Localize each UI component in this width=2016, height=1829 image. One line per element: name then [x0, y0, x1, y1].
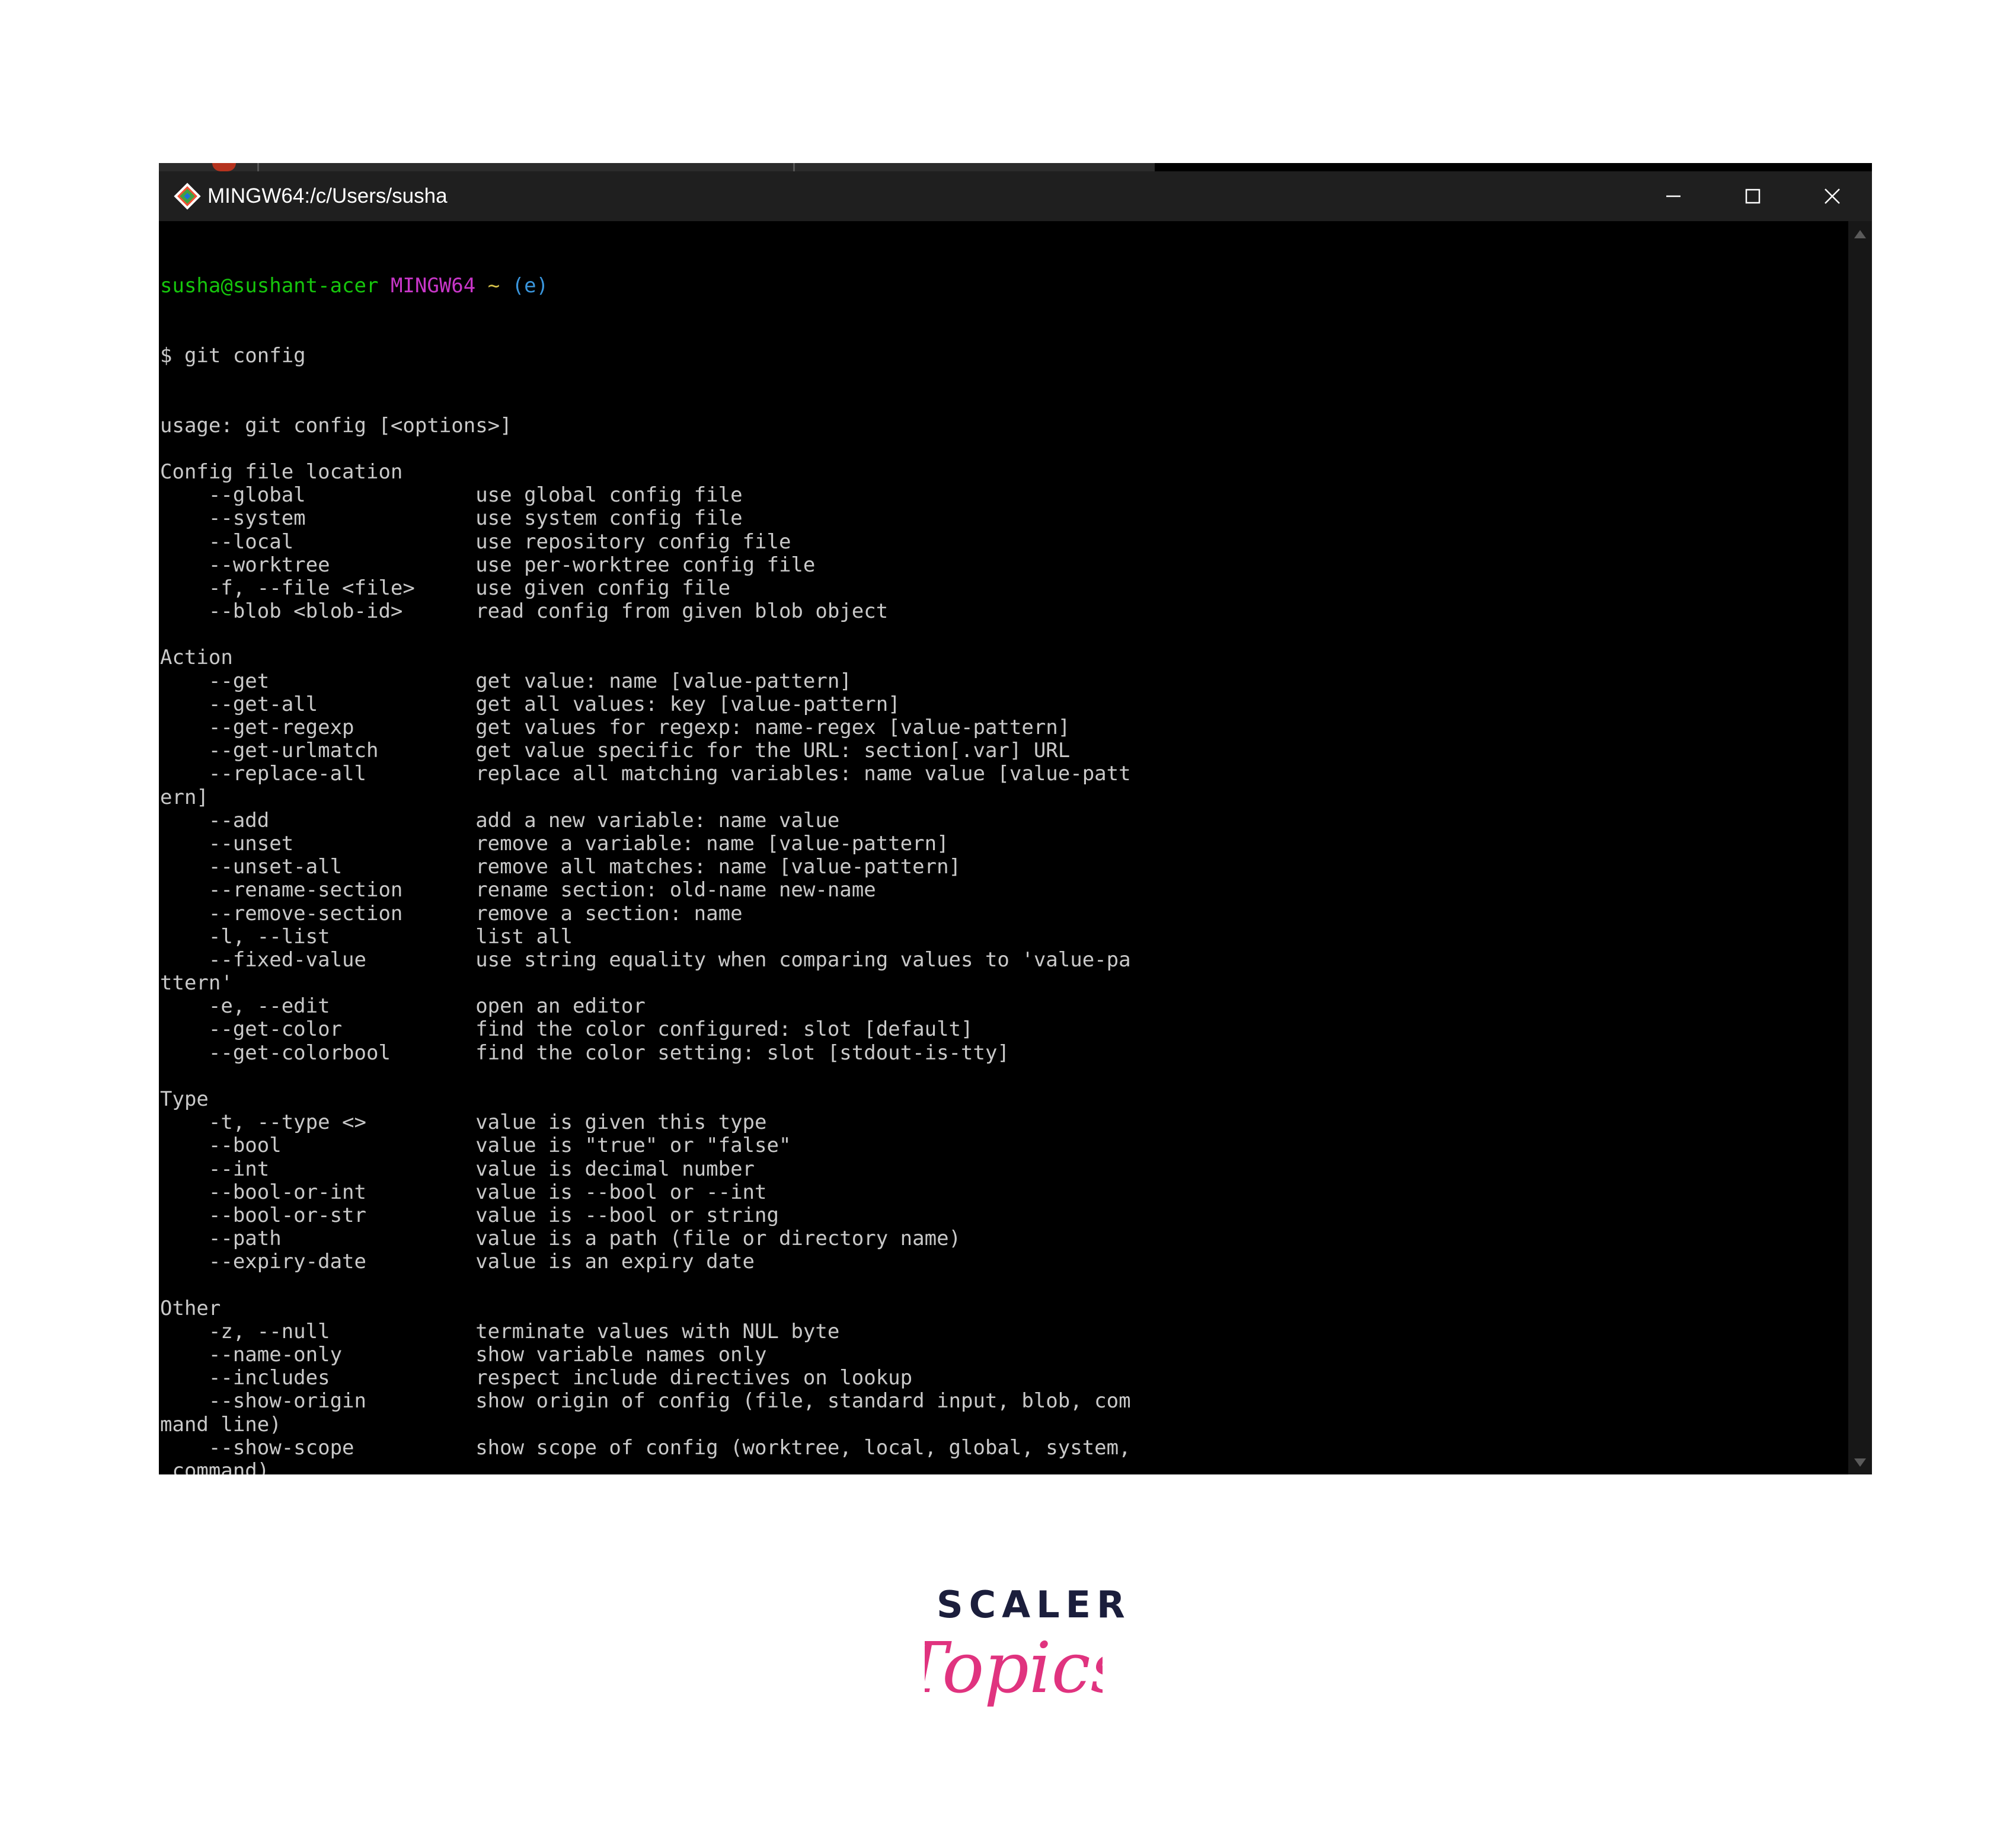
scroll-down-arrow-icon[interactable] — [1853, 1457, 1867, 1469]
output-line: --rename-section rename section: old-nam… — [160, 878, 876, 902]
output-line: mand line) — [160, 1412, 282, 1437]
close-button[interactable] — [1793, 171, 1872, 221]
vertical-scrollbar[interactable] — [1848, 221, 1872, 1474]
prompt-line: susha@sushant-acer MINGW64 ~ (e) — [160, 274, 1131, 298]
output-line: --expiry-date value is an expiry date — [160, 1250, 755, 1274]
prompt-branch: (e) — [512, 274, 549, 298]
output-line: --system use system config file — [160, 506, 743, 531]
output-line: --global use global config file — [160, 483, 743, 507]
output-line: --unset remove a variable: name [value-p… — [160, 831, 949, 856]
terminal-output-area[interactable]: susha@sushant-acer MINGW64 ~ (e) $ git c… — [159, 221, 1848, 1474]
output-line: --bool-or-int value is --bool or --int — [160, 1180, 767, 1204]
output-line: --path value is a path (file or director… — [160, 1227, 961, 1251]
output-line: --unset-all remove all matches: name [va… — [160, 855, 961, 879]
output-line: --get-color find the color configured: s… — [160, 1017, 973, 1042]
maximize-button[interactable] — [1713, 171, 1793, 221]
window-title: MINGW64:/c/Users/susha — [207, 184, 448, 208]
output-line: --add add a new variable: name value — [160, 808, 840, 832]
output-line: --get-colorbool find the color setting: … — [160, 1040, 1009, 1065]
logo-script: Topics — [925, 1627, 1103, 1709]
scroll-up-arrow-icon[interactable] — [1853, 228, 1867, 240]
output-line: --remove-section remove a section: name — [160, 901, 743, 925]
background-tab-strip — [159, 163, 1155, 171]
terminal-window: MINGW64:/c/Users/susha susha@sushant-ace… — [159, 163, 1872, 1474]
logo-script-text: Topics — [925, 1627, 1103, 1709]
close-icon — [1825, 189, 1840, 204]
logo-wordmark: SCALER — [937, 1583, 1131, 1626]
output-line: -z, --null terminate values with NUL byt… — [160, 1319, 840, 1343]
minimize-icon — [1666, 195, 1680, 197]
tab-separator — [793, 163, 795, 171]
output-line: --int value is decimal number — [160, 1157, 755, 1181]
tab-separator — [257, 163, 259, 171]
prompt-user: susha@sushant-acer — [160, 274, 379, 298]
output-line: command) — [160, 1459, 270, 1474]
output-line: --show-origin show origin of config (fil… — [160, 1389, 1131, 1413]
output-line: -t, --type <> value is given this type — [160, 1110, 767, 1135]
prompt-host: MINGW64 — [390, 274, 476, 298]
output-line: --local use repository config file — [160, 529, 791, 554]
maximize-icon — [1745, 189, 1761, 204]
scaler-topics-logo: SCALER Topics — [925, 1583, 1131, 1731]
output-line: --fixed-value use string equality when c… — [160, 947, 1131, 972]
command-line: $ git config — [160, 344, 306, 368]
command-output: usage: git config [<options>] Config file… — [160, 414, 1131, 1474]
output-line: usage: git config [<options>] — [160, 413, 512, 438]
output-line: -l, --list list all — [160, 924, 573, 949]
output-line: ttern' — [160, 971, 233, 995]
output-line: --worktree use per-worktree config file — [160, 553, 816, 577]
output-line: --get-all get all values: key [value-pat… — [160, 692, 900, 716]
output-line: Type — [160, 1087, 209, 1112]
prompt-path: ~ — [487, 274, 500, 298]
output-line: --get-urlmatch get value specific for th… — [160, 739, 1071, 763]
output-line: -e, --edit open an editor — [160, 994, 646, 1019]
output-line: --get-regexp get values for regexp: name… — [160, 716, 1071, 740]
output-line: --show-scope show scope of config (workt… — [160, 1435, 1131, 1460]
minimize-button[interactable] — [1634, 171, 1713, 221]
output-line: -f, --file <file> use given config file — [160, 576, 731, 600]
output-line: --bool value is "true" or "false" — [160, 1134, 791, 1158]
git-bash-icon — [174, 183, 201, 210]
output-line: --bool-or-str value is --bool or string — [160, 1203, 779, 1227]
output-line: Config file location — [160, 459, 403, 484]
output-line: ern] — [160, 785, 209, 809]
output-line: --name-only show variable names only — [160, 1343, 767, 1367]
title-bar[interactable]: MINGW64:/c/Users/susha — [159, 171, 1872, 221]
output-line: Action — [160, 646, 233, 670]
output-line: --blob <blob-id> read config from given … — [160, 599, 889, 624]
terminal-text: susha@sushant-acer MINGW64 ~ (e) $ git c… — [160, 228, 1131, 1474]
output-line: --replace-all replace all matching varia… — [160, 762, 1131, 786]
output-line: Other — [160, 1296, 221, 1320]
output-line: --get get value: name [value-pattern] — [160, 669, 852, 693]
output-line: --includes respect include directives on… — [160, 1366, 913, 1390]
tab-app-icon — [212, 163, 236, 171]
